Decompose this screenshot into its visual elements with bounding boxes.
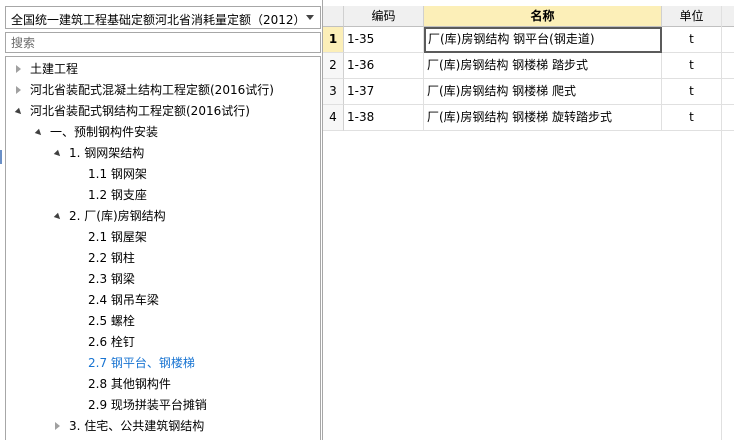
- tree-item[interactable]: 2.5 螺栓: [6, 311, 320, 331]
- column-header-code[interactable]: 编码: [344, 6, 424, 27]
- tree-item-label: 2.6 栓钉: [88, 335, 135, 349]
- name-cell[interactable]: 厂(库)房钢结构 钢楼梯 踏步式: [424, 53, 662, 79]
- table-row[interactable]: 4 1-38 厂(库)房钢结构 钢楼梯 旋转踏步式 t: [323, 105, 734, 131]
- tree-item[interactable]: 2.1 钢屋架: [6, 227, 320, 247]
- tree-item[interactable]: 2. 厂(库)房钢结构: [6, 206, 320, 226]
- triangle-down-icon[interactable]: [34, 128, 44, 138]
- tree-item[interactable]: 2.2 钢柱: [6, 248, 320, 268]
- tree-item[interactable]: 2.3 钢梁: [6, 269, 320, 289]
- tree-item-label: 2.7 钢平台、钢楼梯: [88, 356, 195, 370]
- tree-item-label: 2.4 钢吊车梁: [88, 293, 159, 307]
- column-header-name[interactable]: 名称: [424, 6, 662, 27]
- triangle-down-icon[interactable]: [14, 107, 24, 117]
- table-row[interactable]: 2 1-36 厂(库)房钢结构 钢楼梯 踏步式 t: [323, 53, 734, 79]
- extra-cell: [722, 53, 734, 79]
- tree-item[interactable]: 2.6 栓钉: [6, 332, 320, 352]
- name-cell[interactable]: 厂(库)房钢结构 钢楼梯 爬式: [424, 79, 662, 105]
- tree-item[interactable]: 3. 住宅、公共建筑钢结构: [6, 416, 320, 436]
- quota-library-select[interactable]: 全国统一建筑工程基础定额河北省消耗量定额（2012）: [5, 6, 321, 29]
- tree-item-label: 2.9 现场拼装平台摊销: [88, 398, 207, 412]
- tree-item[interactable]: 1. 钢网架结构: [6, 143, 320, 163]
- search-input[interactable]: [5, 32, 321, 53]
- row-number-cell[interactable]: 4: [323, 105, 344, 131]
- name-cell[interactable]: 厂(库)房钢结构 钢平台(钢走道): [424, 27, 662, 53]
- extra-cell: [722, 79, 734, 105]
- chevron-down-icon[interactable]: [306, 15, 314, 20]
- column-header-unit[interactable]: 单位: [662, 6, 722, 27]
- triangle-right-icon[interactable]: [16, 65, 21, 73]
- tree-item[interactable]: 2.4 钢吊车梁: [6, 290, 320, 310]
- tree-item-label: 2.3 钢梁: [88, 272, 135, 286]
- column-header-extra: [722, 6, 734, 27]
- grid-corner-header: [323, 6, 344, 27]
- tree-item-label: 河北省装配式混凝土结构工程定额(2016试行): [30, 83, 274, 97]
- pane-edge-marker: [0, 150, 2, 164]
- table-row[interactable]: 3 1-37 厂(库)房钢结构 钢楼梯 爬式 t: [323, 79, 734, 105]
- extra-cell: [722, 105, 734, 131]
- tree-item-label: 2.8 其他钢构件: [88, 377, 171, 391]
- tree-item[interactable]: 一、预制钢构件安装: [6, 122, 320, 142]
- unit-cell[interactable]: t: [662, 53, 722, 79]
- tree-item-label: 1.1 钢网架: [88, 167, 147, 181]
- code-cell[interactable]: 1-36: [344, 53, 424, 79]
- tree-item[interactable]: 河北省装配式钢结构工程定额(2016试行): [6, 101, 320, 121]
- table-row[interactable]: 1 1-35 厂(库)房钢结构 钢平台(钢走道) t: [323, 27, 734, 53]
- library-panel: 全国统一建筑工程基础定额河北省消耗量定额（2012） 土建工程河北省装配式混凝土…: [0, 0, 322, 440]
- unit-cell[interactable]: t: [662, 79, 722, 105]
- tree-item-label: 一、预制钢构件安装: [50, 125, 159, 139]
- triangle-down-icon[interactable]: [53, 212, 63, 222]
- triangle-right-icon[interactable]: [55, 422, 60, 430]
- tree-item-label: 3. 住宅、公共建筑钢结构: [69, 419, 205, 433]
- row-number-cell[interactable]: 2: [323, 53, 344, 79]
- tree-item-label: 2.2 钢柱: [88, 251, 135, 265]
- tree-item[interactable]: 1.2 钢支座: [6, 185, 320, 205]
- tree-item-label: 1. 钢网架结构: [69, 146, 145, 160]
- tree-item-label: 1.2 钢支座: [88, 188, 147, 202]
- tree-item-label: 河北省装配式钢结构工程定额(2016试行): [30, 104, 250, 118]
- code-cell[interactable]: 1-37: [344, 79, 424, 105]
- triangle-down-icon[interactable]: [53, 149, 63, 159]
- tree-item[interactable]: 土建工程: [6, 59, 320, 79]
- tree-item-label: 2.1 钢屋架: [88, 230, 147, 244]
- tree-item[interactable]: 1.1 钢网架: [6, 164, 320, 184]
- tree-item[interactable]: 2.8 其他钢构件: [6, 374, 320, 394]
- tree-item[interactable]: 2.7 钢平台、钢楼梯: [6, 353, 320, 373]
- quota-library-selected-value: 全国统一建筑工程基础定额河北省消耗量定额（2012）: [11, 13, 306, 27]
- tree-item-label: 土建工程: [30, 62, 79, 76]
- tree-item-label: 2. 厂(库)房钢结构: [69, 209, 166, 223]
- tree-item-label: 2.5 螺栓: [88, 314, 135, 328]
- unit-cell[interactable]: t: [662, 105, 722, 131]
- code-cell[interactable]: 1-38: [344, 105, 424, 131]
- chapter-tree: 土建工程河北省装配式混凝土结构工程定额(2016试行) 河北省装配式钢结构工程定额…: [5, 56, 321, 440]
- tree-item[interactable]: 2.9 现场拼装平台摊销: [6, 395, 320, 415]
- tree-item[interactable]: 河北省装配式混凝土结构工程定额(2016试行): [6, 80, 320, 100]
- row-number-cell[interactable]: 1: [323, 27, 344, 53]
- triangle-right-icon[interactable]: [16, 86, 21, 94]
- quota-grid: 编码 名称 单位 1 1-35 厂(库)房钢结构 钢平台(钢走道) t 2 1-36 厂(库…: [323, 0, 734, 440]
- name-cell[interactable]: 厂(库)房钢结构 钢楼梯 旋转踏步式: [424, 105, 662, 131]
- extra-cell: [722, 27, 734, 53]
- row-number-cell[interactable]: 3: [323, 79, 344, 105]
- unit-cell[interactable]: t: [662, 27, 722, 53]
- code-cell[interactable]: 1-35: [344, 27, 424, 53]
